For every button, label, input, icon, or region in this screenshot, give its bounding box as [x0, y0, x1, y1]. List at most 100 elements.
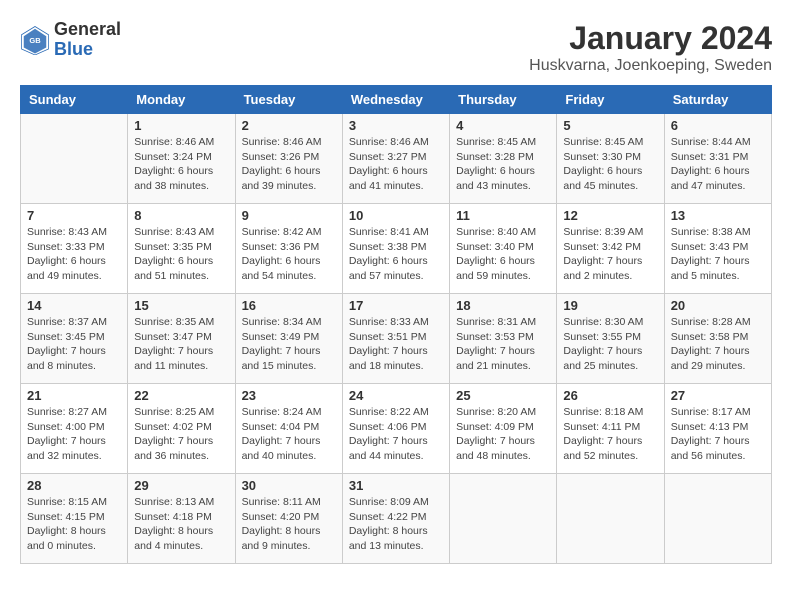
- day-number: 2: [242, 118, 336, 133]
- calendar-cell: 8Sunrise: 8:43 AMSunset: 3:35 PMDaylight…: [128, 204, 235, 294]
- header-day-monday: Monday: [128, 86, 235, 114]
- calendar-cell: [21, 114, 128, 204]
- calendar-cell: 23 Sunrise: 8:24 AMSunset: 4:04 PMDayligh…: [235, 384, 342, 474]
- calendar-cell: 6Sunrise: 8:44 AMSunset: 3:31 PMDaylight…: [664, 114, 771, 204]
- day-number: 24: [349, 388, 443, 403]
- calendar-cell: 17Sunrise: 8:33 AMSunset: 3:51 PMDayligh…: [342, 294, 449, 384]
- calendar-cell: 1 Sunrise: 8:46 AMSunset: 3:24 PMDaylight…: [128, 114, 235, 204]
- day-info: Sunrise: 8:27 AMSunset: 4:00 PMDaylight:…: [27, 405, 121, 464]
- day-info: Sunrise: 8:35 AMSunset: 3:47 PMDaylight:…: [134, 315, 228, 374]
- day-number: 10: [349, 208, 443, 223]
- logo-blue-text: Blue: [54, 39, 93, 59]
- day-info: Sunrise: 8:31 AMSunset: 3:53 PMDaylight:…: [456, 315, 550, 374]
- header-day-thursday: Thursday: [450, 86, 557, 114]
- calendar-cell: [450, 474, 557, 564]
- calendar-cell: 14 Sunrise: 8:37 AMSunset: 3:45 PMDayligh…: [21, 294, 128, 384]
- day-number: 1: [134, 118, 228, 133]
- day-info: Sunrise: 8:15 AMSunset: 4:15 PMDaylight:…: [27, 495, 121, 554]
- day-number: 19: [563, 298, 657, 313]
- day-info: Sunrise: 8:09 AMSunset: 4:22 PMDaylight:…: [349, 495, 443, 554]
- header-day-wednesday: Wednesday: [342, 86, 449, 114]
- page-header: GB General Blue January 2024 Huskvarna, …: [20, 20, 772, 75]
- week-row-2: 7Sunrise: 8:43 AMSunset: 3:33 PMDaylight…: [21, 204, 772, 294]
- calendar-cell: 29Sunrise: 8:13 AMSunset: 4:18 PMDayligh…: [128, 474, 235, 564]
- week-row-1: 1 Sunrise: 8:46 AMSunset: 3:24 PMDaylight…: [21, 114, 772, 204]
- day-info: Sunrise: 8:20 AMSunset: 4:09 PMDaylight:…: [456, 405, 550, 464]
- calendar-cell: [557, 474, 664, 564]
- week-row-4: 21 Sunrise: 8:27 AMSunset: 4:00 PMDayligh…: [21, 384, 772, 474]
- day-number: 16: [242, 298, 336, 313]
- calendar-cell: 3 Sunrise: 8:46 AMSunset: 3:27 PMDaylight…: [342, 114, 449, 204]
- calendar-title: January 2024: [529, 20, 772, 57]
- calendar-body: 1 Sunrise: 8:46 AMSunset: 3:24 PMDaylight…: [21, 114, 772, 564]
- logo: GB General Blue: [20, 20, 121, 60]
- calendar-cell: 22Sunrise: 8:25 AMSunset: 4:02 PMDayligh…: [128, 384, 235, 474]
- day-info: Sunrise: 8:45 AMSunset: 3:30 PMDaylight:…: [563, 135, 657, 194]
- day-number: 13: [671, 208, 765, 223]
- header-day-saturday: Saturday: [664, 86, 771, 114]
- day-number: 28: [27, 478, 121, 493]
- day-info: Sunrise: 8:40 AMSunset: 3:40 PMDaylight:…: [456, 225, 550, 284]
- day-info: Sunrise: 8:30 AMSunset: 3:55 PMDaylight:…: [563, 315, 657, 374]
- week-row-3: 14 Sunrise: 8:37 AMSunset: 3:45 PMDayligh…: [21, 294, 772, 384]
- day-info: Sunrise: 8:41 AMSunset: 3:38 PMDaylight:…: [349, 225, 443, 284]
- day-info: Sunrise: 8:22 AMSunset: 4:06 PMDaylight:…: [349, 405, 443, 464]
- day-number: 12: [563, 208, 657, 223]
- calendar-cell: 25 Sunrise: 8:20 AMSunset: 4:09 PMDayligh…: [450, 384, 557, 474]
- week-row-5: 28 Sunrise: 8:15 AMSunset: 4:15 PMDayligh…: [21, 474, 772, 564]
- day-info: Sunrise: 8:39 AMSunset: 3:42 PMDaylight:…: [563, 225, 657, 284]
- day-number: 15: [134, 298, 228, 313]
- day-info: Sunrise: 8:38 AMSunset: 3:43 PMDaylight:…: [671, 225, 765, 284]
- day-info: Sunrise: 8:37 AMSunset: 3:45 PMDaylight:…: [27, 315, 121, 374]
- day-number: 3: [349, 118, 443, 133]
- calendar-table: SundayMondayTuesdayWednesdayThursdayFrid…: [20, 85, 772, 564]
- logo-general-text: General: [54, 19, 121, 39]
- day-number: 29: [134, 478, 228, 493]
- calendar-cell: 12 Sunrise: 8:39 AMSunset: 3:42 PMDayligh…: [557, 204, 664, 294]
- title-block: January 2024 Huskvarna, Joenkoeping, Swe…: [529, 20, 772, 75]
- day-info: Sunrise: 8:34 AMSunset: 3:49 PMDaylight:…: [242, 315, 336, 374]
- calendar-cell: 15 Sunrise: 8:35 AMSunset: 3:47 PMDayligh…: [128, 294, 235, 384]
- calendar-cell: 20Sunrise: 8:28 AMSunset: 3:58 PMDayligh…: [664, 294, 771, 384]
- day-info: Sunrise: 8:46 AMSunset: 3:24 PMDaylight:…: [134, 135, 228, 194]
- calendar-subtitle: Huskvarna, Joenkoeping, Sweden: [529, 57, 772, 75]
- day-number: 22: [134, 388, 228, 403]
- calendar-cell: 16 Sunrise: 8:34 AMSunset: 3:49 PMDayligh…: [235, 294, 342, 384]
- calendar-cell: 2 Sunrise: 8:46 AMSunset: 3:26 PMDaylight…: [235, 114, 342, 204]
- day-number: 31: [349, 478, 443, 493]
- day-number: 27: [671, 388, 765, 403]
- calendar-cell: 7Sunrise: 8:43 AMSunset: 3:33 PMDaylight…: [21, 204, 128, 294]
- day-number: 26: [563, 388, 657, 403]
- calendar-cell: 13 Sunrise: 8:38 AMSunset: 3:43 PMDayligh…: [664, 204, 771, 294]
- day-info: Sunrise: 8:46 AMSunset: 3:27 PMDaylight:…: [349, 135, 443, 194]
- calendar-header: SundayMondayTuesdayWednesdayThursdayFrid…: [21, 86, 772, 114]
- day-info: Sunrise: 8:17 AMSunset: 4:13 PMDaylight:…: [671, 405, 765, 464]
- day-number: 6: [671, 118, 765, 133]
- day-number: 23: [242, 388, 336, 403]
- header-day-sunday: Sunday: [21, 86, 128, 114]
- calendar-cell: [664, 474, 771, 564]
- day-info: Sunrise: 8:28 AMSunset: 3:58 PMDaylight:…: [671, 315, 765, 374]
- day-info: Sunrise: 8:33 AMSunset: 3:51 PMDaylight:…: [349, 315, 443, 374]
- calendar-cell: 27 Sunrise: 8:17 AMSunset: 4:13 PMDayligh…: [664, 384, 771, 474]
- header-day-friday: Friday: [557, 86, 664, 114]
- day-info: Sunrise: 8:42 AMSunset: 3:36 PMDaylight:…: [242, 225, 336, 284]
- calendar-cell: 5Sunrise: 8:45 AMSunset: 3:30 PMDaylight…: [557, 114, 664, 204]
- svg-text:GB: GB: [29, 36, 41, 45]
- calendar-cell: 26Sunrise: 8:18 AMSunset: 4:11 PMDayligh…: [557, 384, 664, 474]
- day-info: Sunrise: 8:43 AMSunset: 3:33 PMDaylight:…: [27, 225, 121, 284]
- day-number: 25: [456, 388, 550, 403]
- day-number: 21: [27, 388, 121, 403]
- calendar-cell: 10 Sunrise: 8:41 AMSunset: 3:38 PMDayligh…: [342, 204, 449, 294]
- day-info: Sunrise: 8:24 AMSunset: 4:04 PMDaylight:…: [242, 405, 336, 464]
- day-info: Sunrise: 8:43 AMSunset: 3:35 PMDaylight:…: [134, 225, 228, 284]
- day-number: 14: [27, 298, 121, 313]
- day-number: 9: [242, 208, 336, 223]
- day-info: Sunrise: 8:46 AMSunset: 3:26 PMDaylight:…: [242, 135, 336, 194]
- calendar-cell: 21 Sunrise: 8:27 AMSunset: 4:00 PMDayligh…: [21, 384, 128, 474]
- calendar-cell: 18Sunrise: 8:31 AMSunset: 3:53 PMDayligh…: [450, 294, 557, 384]
- day-number: 11: [456, 208, 550, 223]
- calendar-cell: 11 Sunrise: 8:40 AMSunset: 3:40 PMDayligh…: [450, 204, 557, 294]
- day-info: Sunrise: 8:45 AMSunset: 3:28 PMDaylight:…: [456, 135, 550, 194]
- day-info: Sunrise: 8:11 AMSunset: 4:20 PMDaylight:…: [242, 495, 336, 554]
